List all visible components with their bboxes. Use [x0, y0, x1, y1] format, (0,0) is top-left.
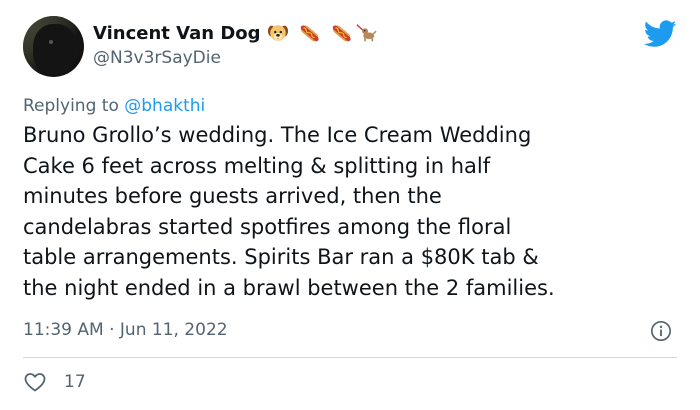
avatar-eye [49, 40, 53, 44]
info-icon[interactable] [650, 320, 672, 342]
twitter-bird-icon[interactable] [644, 20, 677, 48]
hotdog-icon [300, 25, 319, 42]
tweet-card: Vincent Van Dog @N3v3rSayDie Replying to… [0, 0, 700, 410]
author-block: Vincent Van Dog @N3v3rSayDie [93, 20, 377, 68]
action-bar: 17 [23, 370, 86, 394]
tweet-text-line: candelabras started spotfires among the … [23, 214, 512, 239]
tweet-text-line: the night ended in a brawl between the 2… [23, 275, 555, 300]
tweet-text-line: minutes before guests arrived, then the [23, 184, 442, 209]
heart-icon[interactable] [23, 370, 47, 394]
avatar-dog-photo [33, 24, 77, 74]
author-handle[interactable]: @N3v3rSayDie [93, 48, 377, 68]
tweet-text-line: Cake 6 feet across melting & splitting i… [23, 153, 491, 178]
like-count: 17 [64, 372, 86, 392]
avatar[interactable] [23, 16, 84, 77]
hotdog-icon [332, 25, 351, 42]
reply-mention-link[interactable]: @bhakthi [124, 96, 205, 116]
display-name-row: Vincent Van Dog [93, 20, 377, 46]
timestamp-link[interactable]: 11:39 AM · Jun 11, 2022 [23, 320, 228, 340]
dog-on-leash-icon [355, 24, 377, 42]
replying-prefix: Replying to [23, 96, 125, 116]
dog-face-icon [267, 25, 288, 41]
divider [23, 357, 677, 358]
tweet-text-line: Bruno Grollo’s wedding. The Ice Cream We… [23, 123, 532, 147]
display-name[interactable]: Vincent Van Dog [93, 23, 261, 44]
tweet-text: Bruno Grollo’s wedding. The Ice Cream We… [23, 120, 683, 304]
replying-to: Replying to @bhakthi [23, 96, 205, 116]
tweet-text-line: table arrangements. Spirits Bar ran a $8… [23, 245, 539, 270]
